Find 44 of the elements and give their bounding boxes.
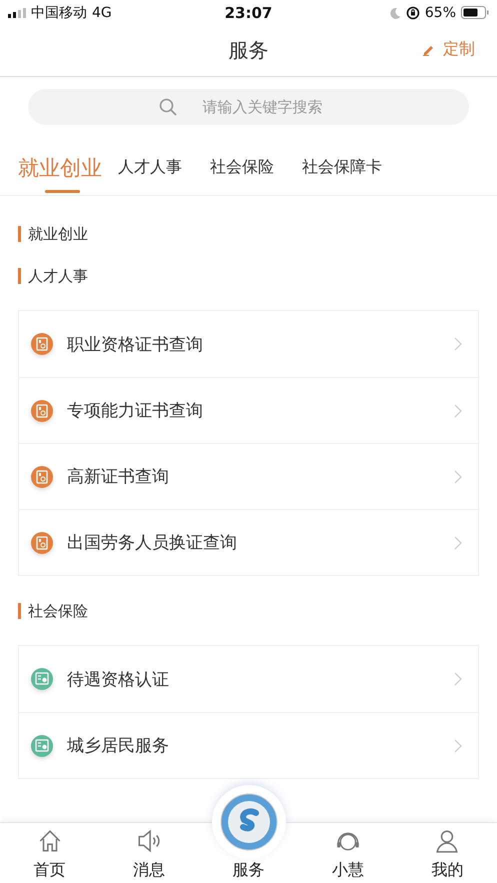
network-type: 4G (92, 4, 112, 20)
carrier-name: 中国移动 (31, 4, 87, 22)
chevron-right-icon (454, 738, 462, 752)
signal-icon (8, 8, 26, 18)
section-title: 就业创业 (18, 226, 479, 242)
tab-bar-item[interactable]: 首页 (0, 823, 100, 883)
chevron-right-icon (454, 536, 462, 550)
tab-bar-item[interactable]: 小慧 (298, 823, 398, 883)
tab-bar-item[interactable]: 我的 (398, 823, 497, 883)
certificate-icon (31, 466, 53, 488)
person-icon (434, 828, 460, 854)
rotation-lock-icon (406, 6, 420, 20)
search-field[interactable]: 请输入关键字搜索 (28, 89, 469, 125)
certificate-icon (31, 532, 53, 554)
chevron-right-icon (454, 672, 462, 686)
category-tab[interactable]: 社会保障卡 (302, 153, 410, 195)
document-icon (31, 668, 53, 690)
pencil-icon (422, 43, 435, 56)
speaker-icon (136, 828, 162, 854)
service-item[interactable]: 城乡居民服务 (19, 712, 478, 778)
certificate-icon (31, 333, 53, 355)
category-tab[interactable]: 社会保险 (210, 153, 302, 195)
chevron-right-icon (454, 404, 462, 418)
search-icon (159, 98, 177, 116)
tab-bar-item[interactable]: 消息 (99, 823, 199, 883)
service-item[interactable]: 出国劳务人员换证查询 (19, 509, 478, 575)
service-item[interactable]: 待遇资格认证 (19, 646, 478, 712)
logo-icon (220, 793, 278, 851)
service-item[interactable]: 职业资格证书查询 (19, 311, 478, 377)
service-item[interactable]: 专项能力证书查询 (19, 377, 478, 443)
battery-icon (461, 6, 489, 19)
battery-percent: 65% (424, 4, 456, 20)
chevron-right-icon (454, 470, 462, 484)
service-item[interactable]: 高新证书查询 (19, 443, 478, 509)
moon-icon (388, 6, 401, 18)
certificate-icon (31, 400, 53, 422)
section-title: 社会保险 (18, 603, 479, 619)
chevron-right-icon (454, 337, 462, 351)
section-title: 人才人事 (18, 268, 479, 284)
document-icon (31, 734, 53, 756)
status-time: 23:07 (224, 4, 272, 22)
tab-bar-item[interactable]: 服务 (198, 859, 298, 883)
category-tab[interactable]: 人才人事 (118, 153, 210, 195)
page-title: 服务 (228, 37, 268, 64)
